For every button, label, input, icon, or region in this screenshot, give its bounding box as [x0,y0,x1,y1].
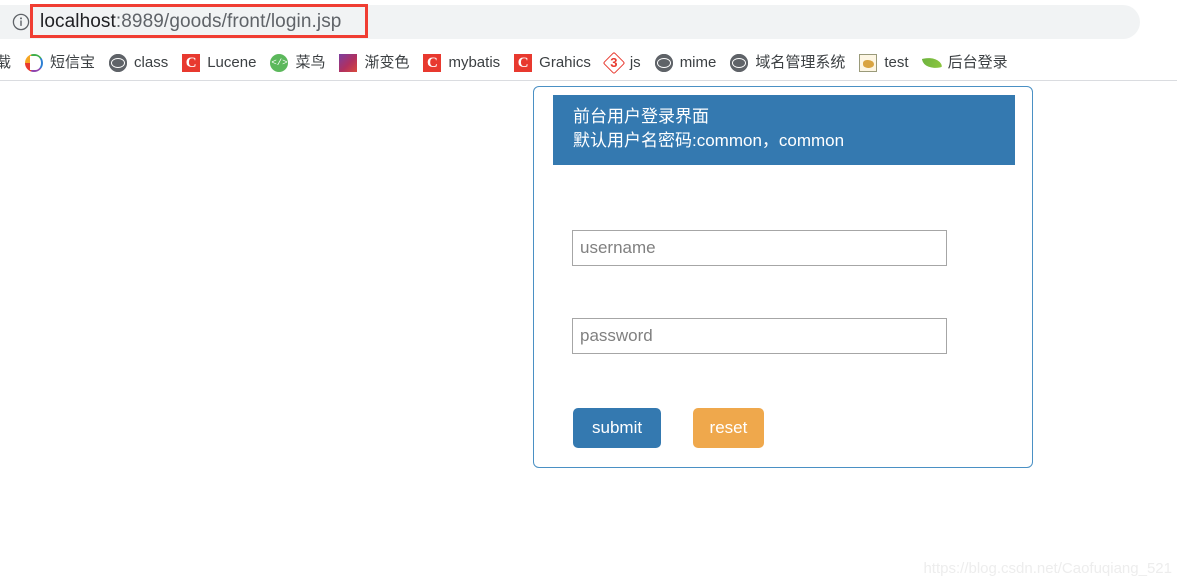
bookmark-item-mybatis[interactable]: C mybatis [416,49,507,77]
bookmark-item-grahics[interactable]: C Grahics [507,49,598,77]
login-header-subtitle: 默认用户名密码:common，common [573,131,845,150]
csdn-color-icon [25,53,44,72]
reset-button[interactable]: reset [692,408,765,448]
password-input[interactable] [572,318,947,354]
bookmark-label: class [134,53,169,71]
bookmark-item-domain-manager[interactable]: 域名管理系统 [723,49,852,77]
tomcat-icon [859,53,878,72]
login-button-row: submit reset [573,408,765,448]
omnibox-row: localhost:8989/goods/front/login.jsp [0,0,1177,45]
login-panel-header: 前台用户登录界面 默认用户名密码:common，common [553,95,1015,165]
bookmark-label: 后台登录 [947,53,1008,71]
cainiao-code-icon: </> [270,53,289,72]
globe-icon [654,53,673,72]
threejs-icon: 3 [604,53,623,72]
gradient-swatch-icon [339,53,358,72]
url-text[interactable]: localhost:8989/goods/front/login.jsp [40,8,341,36]
bookmark-item-admin-login[interactable]: 后台登录 [916,49,1015,77]
browser-chrome: localhost:8989/goods/front/login.jsp 载 短… [0,0,1177,81]
submit-button[interactable]: submit [573,408,662,448]
bookmark-item-clipped[interactable]: 载 [0,49,18,77]
csdn-red-icon: C [423,53,442,72]
bookmark-item-mime[interactable]: mime [648,49,724,77]
bookmark-item-lucene[interactable]: C Lucene [175,49,263,77]
bookmark-item-test[interactable]: test [852,49,915,77]
info-circle-icon[interactable] [12,13,30,31]
watermark-text: https://blog.csdn.net/Caofuqiang_521 [923,560,1172,577]
bookmark-item-duanxinbao[interactable]: 短信宝 [18,49,102,77]
bookmark-label: 域名管理系统 [755,53,846,71]
globe-icon [730,53,749,72]
login-panel: 前台用户登录界面 默认用户名密码:common，common submit re… [533,86,1033,468]
login-header-title: 前台用户登录界面 [573,107,709,126]
bookmark-label: test [884,53,909,71]
bookmark-label: 短信宝 [50,53,96,71]
bookmark-label: 菜鸟 [295,53,326,71]
spring-leaf-icon [923,54,941,72]
bookmark-label: mime [679,53,717,71]
bookmark-label: 载 [0,54,11,72]
csdn-red-icon: C [182,53,201,72]
bookmark-label: Grahics [539,53,591,71]
globe-icon [109,53,128,72]
csdn-red-icon: C [514,53,533,72]
url-host: localhost [40,11,116,32]
username-input[interactable] [572,230,947,266]
bookmark-label: Lucene [207,53,257,71]
bookmark-label: js [629,53,641,71]
page-content: 前台用户登录界面 默认用户名密码:common，common submit re… [0,81,1177,586]
bookmark-item-js[interactable]: 3 js [598,49,648,77]
bookmark-item-cainiao[interactable]: </> 菜鸟 [263,49,332,77]
url-path: :8989/goods/front/login.jsp [115,11,342,32]
bookmark-label: mybatis [448,53,501,71]
bookmark-item-class[interactable]: class [102,49,175,77]
bookmarks-bar: 载 短信宝 class C Lucene </> 菜鸟 渐变色 C mybati… [0,45,1177,81]
bookmark-item-gradient[interactable]: 渐变色 [332,49,416,77]
bookmark-label: 渐变色 [364,53,410,71]
